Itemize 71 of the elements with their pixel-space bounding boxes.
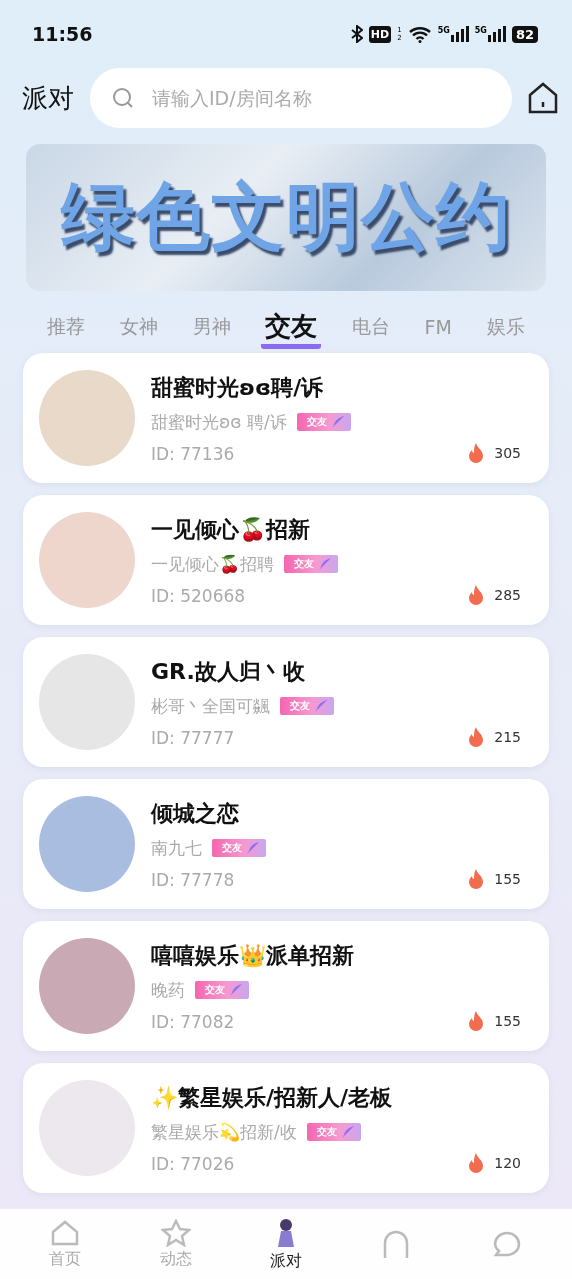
search-field[interactable]: 请输入ID/房间名称 [90,68,512,128]
heat-count: 120 [494,1154,521,1171]
room-id: ID: 77778 [151,869,235,890]
nav-tab[interactable]: 派对 [230,1209,342,1279]
feather-icon [246,841,260,855]
room-card[interactable]: 倾城之恋 南九七 交友 ID: 77778 155 [23,779,549,909]
category-tab[interactable]: 电台 [347,309,394,349]
room-tag: 交友 [306,1123,361,1141]
feather-icon [229,983,243,997]
host-name: 彬哥丶全国可飊 [151,694,270,718]
network-type: 5G [474,26,487,35]
category-tab[interactable]: FM [420,309,456,349]
room-id: ID: 77082 [151,1011,235,1032]
heat-count: 305 [494,444,521,461]
room-id: ID: 77026 [151,1153,235,1174]
room-tag: 交友 [284,555,338,573]
status-time: 11:56 [32,23,93,45]
feather-icon [340,1125,355,1139]
room-tag: 交友 [296,413,351,431]
bluetooth-icon [350,25,363,43]
star-icon [160,1218,191,1247]
room-name: 嘻嘻娱乐👑派单招新 [151,941,355,970]
feather-icon [314,699,328,713]
host-name: 晚药 [151,978,185,1002]
room-card[interactable]: 嘻嘻娱乐👑派单招新 晚药 交友 ID: 77082 155 [23,921,549,1051]
room-id: ID: 520668 [151,585,246,606]
host-name: 甜蜜时光ʚɞ 聘/诉 [151,410,287,434]
nav-tab[interactable]: 首页 [10,1209,121,1279]
category-tab[interactable]: 娱乐 [482,309,529,349]
room-card[interactable]: 一见倾心🍒招新 一见倾心🍒招聘 交友 ID: 520668 285 [23,495,549,625]
banner[interactable]: 绿色文明公约 [26,144,546,291]
room-name: ✨繁星娱乐/招新人/老板 [151,1083,394,1112]
room-name: GR.故人归丶收 [151,657,306,686]
room-card[interactable]: GR.故人归丶收 彬哥丶全国可飊 交友 ID: 77777 215 [23,637,549,767]
feather-icon [330,415,345,429]
room-tag: 交友 [280,697,334,715]
hd-indicator: HD [368,25,392,43]
heat-count: 285 [494,586,521,603]
signal-icon [450,26,469,42]
category-tab[interactable]: 男神 [188,309,235,349]
chat-icon [491,1230,522,1258]
network-type: 5G [437,26,450,35]
home-icon[interactable] [528,82,558,114]
room-name: 倾城之恋 [151,799,240,828]
room-tag: 交友 [212,839,266,857]
search-icon [112,87,134,109]
arc-icon [383,1230,410,1258]
feather-icon [318,557,332,571]
heat-count: 215 [494,728,521,745]
host-name: 南九七 [151,836,202,860]
battery-level: 82 [511,25,538,43]
banner-title: 绿色文明公约 [61,171,511,261]
wifi-icon [407,25,432,43]
room-name: 一见倾心🍒招新 [151,515,311,544]
host-name: 繁星娱乐💫招新/收 [151,1120,297,1144]
heat-count: 155 [494,870,521,887]
room-tag: 交友 [195,981,249,999]
room-card[interactable]: 甜蜜时光ʚɞ聘/诉 甜蜜时光ʚɞ 聘/诉 交友 ID: 77136 305 [23,353,549,483]
category-tab[interactable]: 女神 [116,309,162,349]
category-tab[interactable]: 推荐 [43,309,90,349]
room-id: ID: 77136 [151,443,235,464]
host-name: 一见倾心🍒招聘 [151,552,274,576]
home-icon [50,1218,81,1247]
search-input[interactable]: 请输入ID/房间名称 [150,86,490,110]
signal-icon [487,26,506,42]
nav-tab[interactable]: 动态 [120,1209,231,1279]
heat-count: 155 [494,1012,521,1029]
room-id: ID: 77777 [151,727,235,748]
room-name: 甜蜜时光ʚɞ聘/诉 [151,373,325,402]
page-title: 派对 [22,81,74,115]
room-card[interactable]: ✨繁星娱乐/招新人/老板 繁星娱乐💫招新/收 交友 ID: 77026 120 [23,1063,549,1193]
